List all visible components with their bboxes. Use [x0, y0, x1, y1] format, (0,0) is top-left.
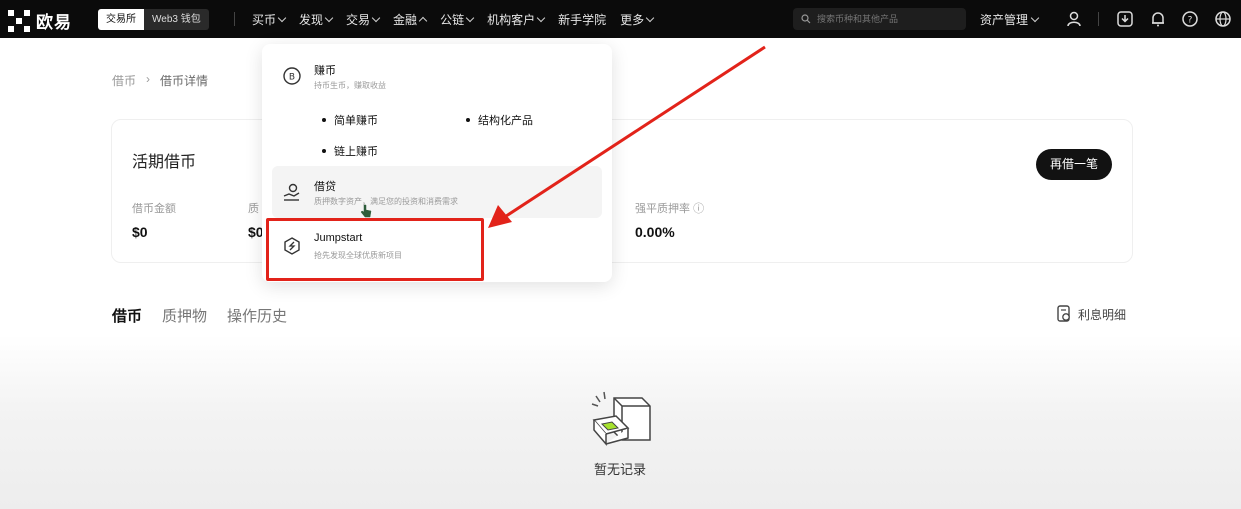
search-input[interactable]: [817, 14, 957, 24]
menu-structured-products[interactable]: 结构化产品: [466, 112, 533, 128]
bullet-dot: [322, 149, 326, 153]
exchange-tab[interactable]: 交易所: [98, 9, 144, 30]
divider: [234, 12, 235, 26]
borrow-again-button[interactable]: 再借一笔: [1036, 149, 1112, 180]
stat-label-text: 强平质押率: [635, 203, 690, 215]
menu-loan-desc: 质押数字资产，满足您的投资和消费需求: [314, 197, 458, 206]
stat-label: 借币金额: [132, 203, 176, 215]
tab-history[interactable]: 操作历史: [227, 305, 287, 338]
bullet-dot: [322, 118, 326, 122]
nav-label: 新手学院: [558, 12, 607, 27]
nav-label: 交易: [346, 12, 371, 27]
mode-switch[interactable]: 交易所 Web3 钱包: [98, 9, 209, 30]
nav-trade[interactable]: 交易: [346, 0, 381, 38]
chevron-down-icon: [465, 13, 475, 22]
nav-finance[interactable]: 金融: [393, 0, 428, 38]
nav-institutional[interactable]: 机构客户: [487, 0, 546, 38]
menu-onchain-earn[interactable]: 链上赚币: [322, 143, 378, 159]
top-navbar: 欧易 交易所 Web3 钱包 买币 发现 交易 金融 公链 机构客户 新手学院 …: [0, 0, 1241, 38]
user-icon[interactable]: [1065, 10, 1083, 28]
finance-dropdown-menu: B 赚币 持币生币，赚取收益 简单赚币 结构化产品 链上赚币 借贷 质押数字资产…: [262, 44, 612, 282]
breadcrumb: 借币 › 借币详情: [112, 72, 208, 89]
stat-liquidation-ratio: 强平质押率 ⓘ 0.00%: [635, 200, 704, 240]
earn-coin-icon: B: [283, 67, 301, 85]
menu-jumpstart-title[interactable]: Jumpstart: [314, 232, 362, 244]
chevron-down-icon: [1030, 13, 1040, 22]
main-nav: 买币 发现 交易 金融 公链 机构客户 新手学院 更多: [252, 0, 667, 38]
nav-more[interactable]: 更多: [620, 0, 655, 38]
web3-wallet-tab[interactable]: Web3 钱包: [144, 9, 209, 30]
chevron-down-icon: [371, 13, 381, 22]
nav-chain[interactable]: 公链: [440, 0, 475, 38]
tab-collateral[interactable]: 质押物: [162, 305, 207, 338]
menu-loan-title[interactable]: 借贷: [314, 178, 336, 194]
chevron-down-icon: [277, 13, 287, 22]
nav-label: 发现: [299, 12, 324, 27]
okx-logo-icon: [8, 9, 30, 32]
stat-label: 强平质押率 ⓘ: [635, 200, 704, 216]
breadcrumb-current: 借币详情: [160, 74, 209, 88]
nav-discover[interactable]: 发现: [299, 0, 334, 38]
interest-details-label: 利息明细: [1078, 307, 1127, 322]
hand-cursor-icon: [360, 204, 372, 218]
nav-label: 金融: [393, 12, 418, 27]
tab-borrow[interactable]: 借币: [112, 305, 143, 338]
logo[interactable]: 欧易: [8, 8, 72, 33]
menu-item-label: 链上赚币: [334, 146, 378, 158]
nav-label: 买币: [252, 12, 277, 27]
svg-text:B: B: [289, 73, 295, 83]
nav-buy-crypto[interactable]: 买币: [252, 0, 287, 38]
asset-management-label: 资产管理: [980, 12, 1029, 27]
nav-label: 公链: [440, 12, 465, 27]
empty-state-illustration: [580, 390, 660, 455]
nav-label: 机构客户: [487, 12, 536, 27]
card-title: 活期借币: [132, 154, 197, 171]
tab-bar: 借币 质押物 操作历史: [112, 305, 287, 338]
empty-state-text: 暂无记录: [593, 462, 646, 477]
menu-simple-earn[interactable]: 简单赚币: [322, 112, 378, 128]
nav-label: 更多: [620, 12, 645, 27]
nav-academy[interactable]: 新手学院: [558, 0, 606, 38]
info-icon[interactable]: ⓘ: [693, 203, 704, 215]
chevron-up-icon: [418, 16, 428, 25]
menu-item-label: 结构化产品: [478, 115, 533, 127]
empty-drawer-icon: [591, 391, 651, 447]
asset-management-menu[interactable]: 资产管理: [980, 0, 1040, 38]
chevron-down-icon: [645, 13, 655, 22]
search-icon: [801, 14, 811, 24]
breadcrumb-separator: ›: [146, 72, 151, 86]
stat-value: 0.00%: [635, 224, 675, 240]
help-icon[interactable]: ?: [1181, 10, 1199, 28]
svg-text:?: ?: [1188, 16, 1193, 26]
bell-icon[interactable]: [1149, 10, 1167, 28]
bullet-dot: [466, 118, 470, 122]
menu-earn-desc: 持币生币，赚取收益: [314, 81, 386, 90]
chevron-down-icon: [324, 13, 334, 22]
chevron-down-icon: [536, 13, 546, 22]
stat-borrow-amount: 借币金额 $0: [132, 200, 176, 240]
globe-icon[interactable]: [1214, 10, 1232, 28]
menu-item-label: 简单赚币: [334, 115, 378, 127]
breadcrumb-borrow[interactable]: 借币: [112, 72, 136, 89]
menu-jumpstart-desc: 抢先发现全球优质新项目: [314, 251, 402, 260]
document-icon: [1057, 305, 1070, 322]
logo-text: 欧易: [36, 13, 72, 32]
search-box[interactable]: [793, 8, 966, 30]
loan-hand-icon: [283, 183, 300, 201]
stat-value: $0: [132, 224, 148, 240]
download-icon[interactable]: [1116, 10, 1134, 28]
divider: [1098, 12, 1099, 26]
interest-details-link[interactable]: 利息明细: [1056, 305, 1126, 323]
menu-earn-title[interactable]: 赚币: [314, 62, 336, 78]
jumpstart-icon: [284, 237, 300, 255]
